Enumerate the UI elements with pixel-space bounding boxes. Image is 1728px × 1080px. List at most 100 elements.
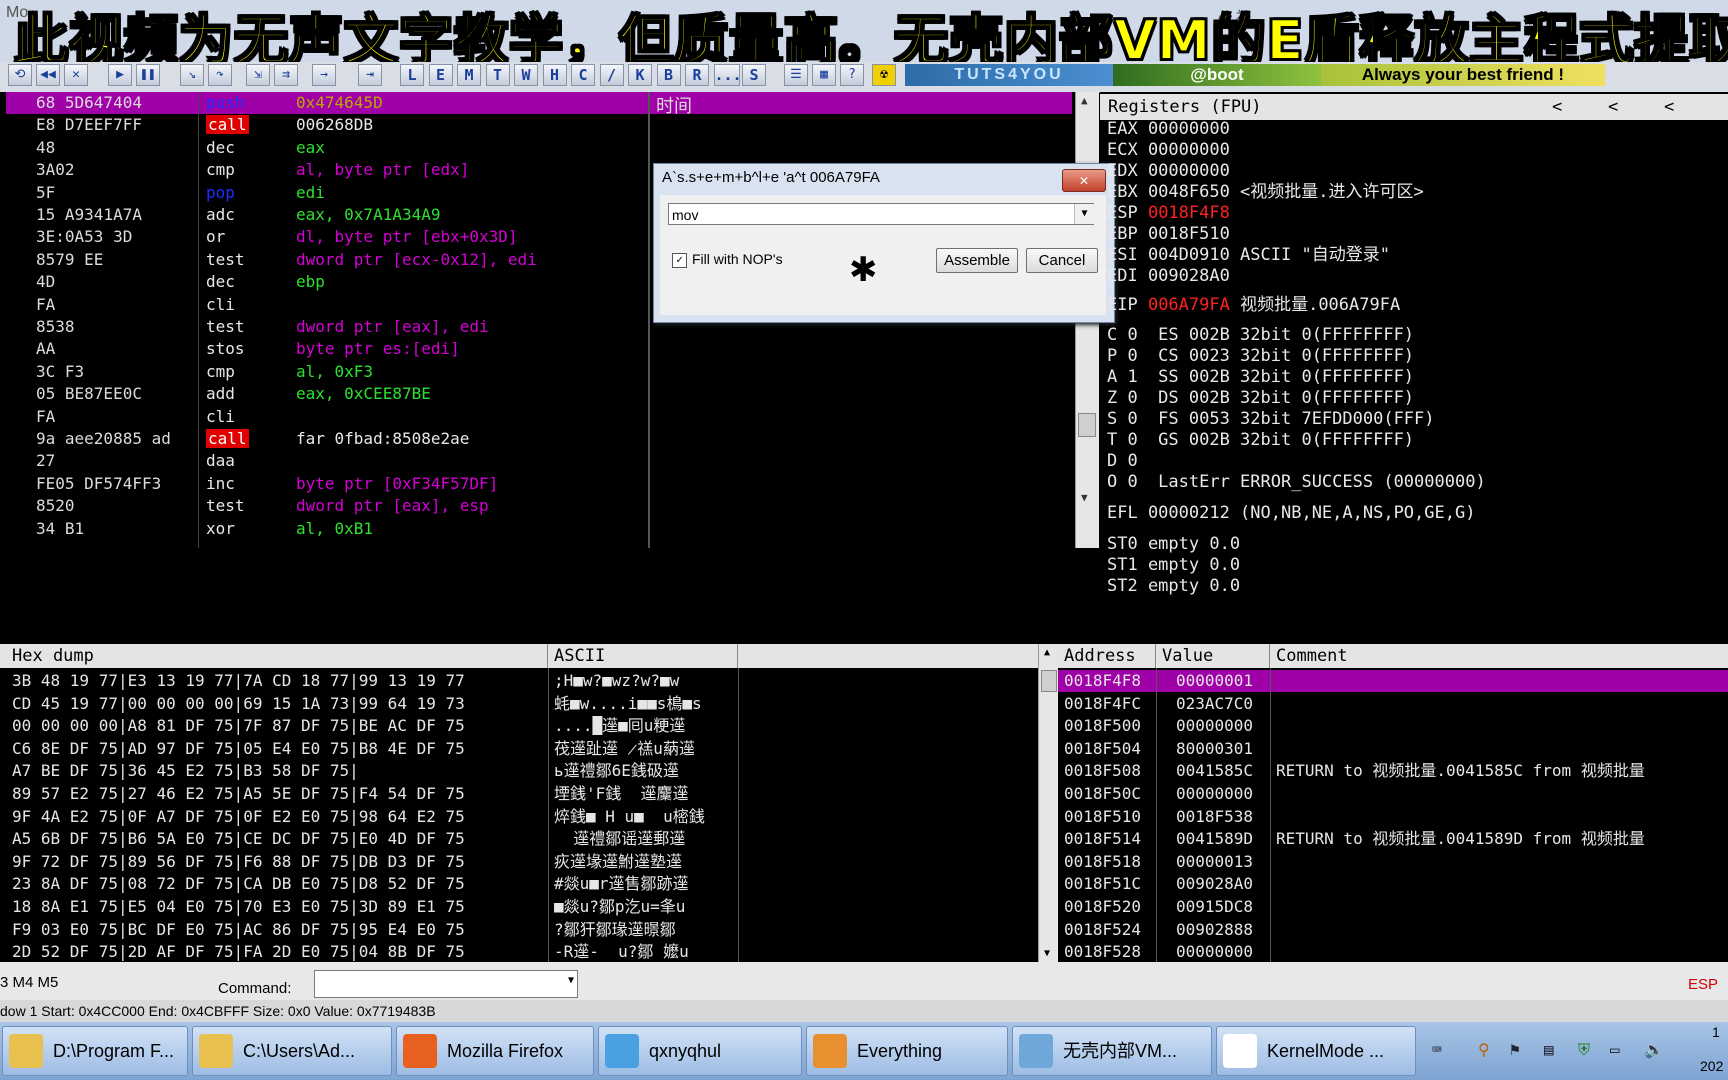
network-icon[interactable]: ▤	[1544, 1040, 1554, 1059]
taskbar-item[interactable]: 无壳内部VM...	[1012, 1026, 1212, 1076]
hex-dump-ascii[interactable]: ■燚u?鄒p汔u=夆u	[554, 896, 736, 919]
grid-icon[interactable]: ▦	[812, 64, 836, 86]
monitor-icon[interactable]: ▭	[1610, 1040, 1620, 1059]
stack-comment[interactable]	[1276, 738, 1726, 761]
taskbar-item[interactable]: Everything	[806, 1026, 1008, 1076]
stack-comment[interactable]: RETURN to 视频批量.0041585C from 视频批量	[1276, 760, 1726, 783]
instruction-bytes[interactable]: 27	[36, 450, 55, 472]
instruction-operands[interactable]: eax, 0x7A1A34A9	[296, 204, 441, 226]
list-icon[interactable]: ☰	[784, 64, 808, 86]
stack-value[interactable]: 0018F538	[1176, 806, 1253, 829]
register-line[interactable]: EAX 00000000	[1107, 118, 1230, 140]
restart-icon[interactable]: ◀◀	[36, 64, 60, 86]
hex-dump-bytes[interactable]: A7 BE DF 75|36 45 E2 75|B3 58 DF 75|	[12, 760, 359, 783]
help-icon[interactable]: ?	[840, 64, 864, 86]
instruction-operands[interactable]: dword ptr [eax], edi	[296, 316, 489, 338]
hex-dump-bytes[interactable]: F9 03 E0 75|BC DF E0 75|AC 86 DF 75|95 E…	[12, 919, 465, 942]
clock-time[interactable]: 1	[1712, 1024, 1720, 1040]
toolbar-window-button[interactable]: /	[599, 64, 624, 86]
instruction-operands[interactable]: edi	[296, 182, 325, 204]
stack-value[interactable]: 023AC7C0	[1176, 693, 1253, 716]
instruction-operands[interactable]: al, 0xF3	[296, 361, 373, 383]
stack-address[interactable]: 0018F50C	[1064, 783, 1141, 806]
instruction-bytes[interactable]: 8538	[36, 316, 75, 338]
instruction-bytes[interactable]: 4D	[36, 271, 55, 293]
register-line[interactable]: T 0 GS 002B 32bit 0(FFFFFFFF)	[1107, 429, 1414, 451]
hex-dump-ascii[interactable]: 蚝■w....i■■s樢■s	[554, 693, 736, 716]
hex-dump-bytes[interactable]: CD 45 19 77|00 00 00 00|69 15 1A 73|99 6…	[12, 693, 465, 716]
instruction-bytes[interactable]: 48	[36, 137, 55, 159]
register-line[interactable]: Z 0 DS 002B 32bit 0(FFFFFFFF)	[1107, 387, 1414, 409]
instruction-operands[interactable]: eax, 0xCEE87BE	[296, 383, 431, 405]
stack-value[interactable]: 00000000	[1176, 715, 1253, 738]
toolbar-window-button[interactable]: E	[428, 64, 453, 86]
stack-value[interactable]: 00000000	[1176, 783, 1253, 806]
register-line[interactable]: EBX 0048F650 <视频批量.进入许可区>	[1107, 181, 1424, 203]
register-line[interactable]: EDI 009028A0	[1107, 265, 1230, 287]
stack-address[interactable]: 0018F524	[1064, 919, 1141, 942]
instruction-mnemonic[interactable]: or	[206, 226, 225, 248]
instruction-bytes[interactable]: FA	[36, 294, 55, 316]
selected-instruction-row[interactable]	[6, 92, 1072, 114]
search-icon[interactable]: ⚲	[1478, 1040, 1490, 1059]
stack-value[interactable]: 00902888	[1176, 919, 1253, 942]
hex-dump-bytes[interactable]: 00 00 00 00|A8 81 DF 75|7F 87 DF 75|BE A…	[12, 715, 465, 738]
instruction-mnemonic[interactable]: inc	[206, 473, 235, 495]
stack-address[interactable]: 0018F51C	[1064, 873, 1141, 896]
toolbar-window-button[interactable]: B	[656, 64, 681, 86]
cancel-button[interactable]: Cancel	[1026, 248, 1098, 273]
command-input[interactable]: ▼	[314, 970, 578, 998]
pause-icon[interactable]: ❚❚	[136, 64, 160, 86]
hex-dump-ascii[interactable]: 遳禮鄒谣遳郵遳	[554, 828, 736, 851]
toolbar-window-button[interactable]: S	[742, 64, 766, 86]
instruction-operands[interactable]: dl, byte ptr [ebx+0x3D]	[296, 226, 518, 248]
toolbar-window-button[interactable]: K	[628, 64, 652, 86]
instruction-operands[interactable]: byte ptr [0xF34F57DF]	[296, 473, 498, 495]
scroll-down-icon[interactable]: ▼	[1081, 491, 1088, 504]
stack-address[interactable]: 0018F500	[1064, 715, 1141, 738]
taskbar-item[interactable]: Mozilla Firefox	[396, 1026, 594, 1076]
register-line[interactable]: ECX 00000000	[1107, 139, 1230, 161]
instruction-bytes[interactable]: FA	[36, 406, 55, 428]
instruction-mnemonic[interactable]: call	[206, 114, 249, 136]
instruction-mnemonic[interactable]: stos	[206, 338, 245, 360]
toolbar-window-button[interactable]: W	[514, 64, 538, 86]
hex-dump-ascii[interactable]: 疢遳堟遳鮒遳塾遳	[554, 851, 736, 874]
stack-comment[interactable]	[1276, 919, 1726, 942]
instruction-mnemonic[interactable]: cli	[206, 406, 235, 428]
instruction-bytes[interactable]: FE05 DF574FF3	[36, 473, 161, 495]
stack-comment[interactable]	[1276, 670, 1726, 693]
hex-dump-bytes[interactable]: 23 8A DF 75|08 72 DF 75|CA DB E0 75|D8 5…	[12, 873, 465, 896]
stack-value[interactable]: 009028A0	[1176, 873, 1253, 896]
taskbar-item[interactable]: D:\Program F...	[2, 1026, 188, 1076]
chevron-down-icon[interactable]: ▼	[1074, 204, 1094, 224]
close-icon[interactable]: ✕	[1062, 169, 1106, 192]
stack-comment[interactable]	[1276, 851, 1726, 874]
clock-date[interactable]: 202	[1700, 1058, 1723, 1074]
stack-value[interactable]: 00915DC8	[1176, 896, 1253, 919]
ascii-column-header[interactable]: ASCII	[548, 644, 738, 668]
chevron-left-icon[interactable]: <	[1552, 94, 1562, 120]
stack-address[interactable]: 0018F508	[1064, 760, 1141, 783]
hex-dump-bytes[interactable]: C6 8E DF 75|AD 97 DF 75|05 E4 E0 75|B8 4…	[12, 738, 465, 761]
stack-value[interactable]: 0041585C	[1176, 760, 1253, 783]
register-line[interactable]: C 0 ES 002B 32bit 0(FFFFFFFF)	[1107, 324, 1414, 346]
register-line[interactable]: ESP 0018F4F8	[1107, 202, 1230, 224]
scroll-down-icon[interactable]: ▼	[1044, 948, 1050, 959]
comment-column-header[interactable]: Comment	[1270, 644, 1728, 668]
open-icon[interactable]: ⟲	[8, 64, 32, 86]
stack-address[interactable]: 0018F528	[1064, 941, 1141, 964]
step-over-icon[interactable]: ↷	[208, 64, 232, 86]
instruction-mnemonic[interactable]: test	[206, 316, 245, 338]
register-line[interactable]: EDX 00000000	[1107, 160, 1230, 182]
stack-comment[interactable]	[1276, 941, 1726, 964]
hex-dump-ascii[interactable]: ?鄒犴鄒瑑遳暻鄒	[554, 919, 736, 942]
stack-address[interactable]: 0018F520	[1064, 896, 1141, 919]
register-line[interactable]: ST0 empty 0.0	[1107, 533, 1240, 555]
stack-comment[interactable]: RETURN to 视频批量.0041589D from 视频批量	[1276, 828, 1726, 851]
stack-comment[interactable]	[1276, 896, 1726, 919]
instruction-bytes[interactable]: 68 5D647404	[36, 92, 142, 114]
taskbar-item[interactable]: qxnyqhul	[598, 1026, 802, 1076]
register-line[interactable]: P 0 CS 0023 32bit 0(FFFFFFFF)	[1107, 345, 1414, 367]
hex-dump-bytes[interactable]: 18 8A E1 75|E5 04 E0 75|70 E3 E0 75|3D 8…	[12, 896, 465, 919]
